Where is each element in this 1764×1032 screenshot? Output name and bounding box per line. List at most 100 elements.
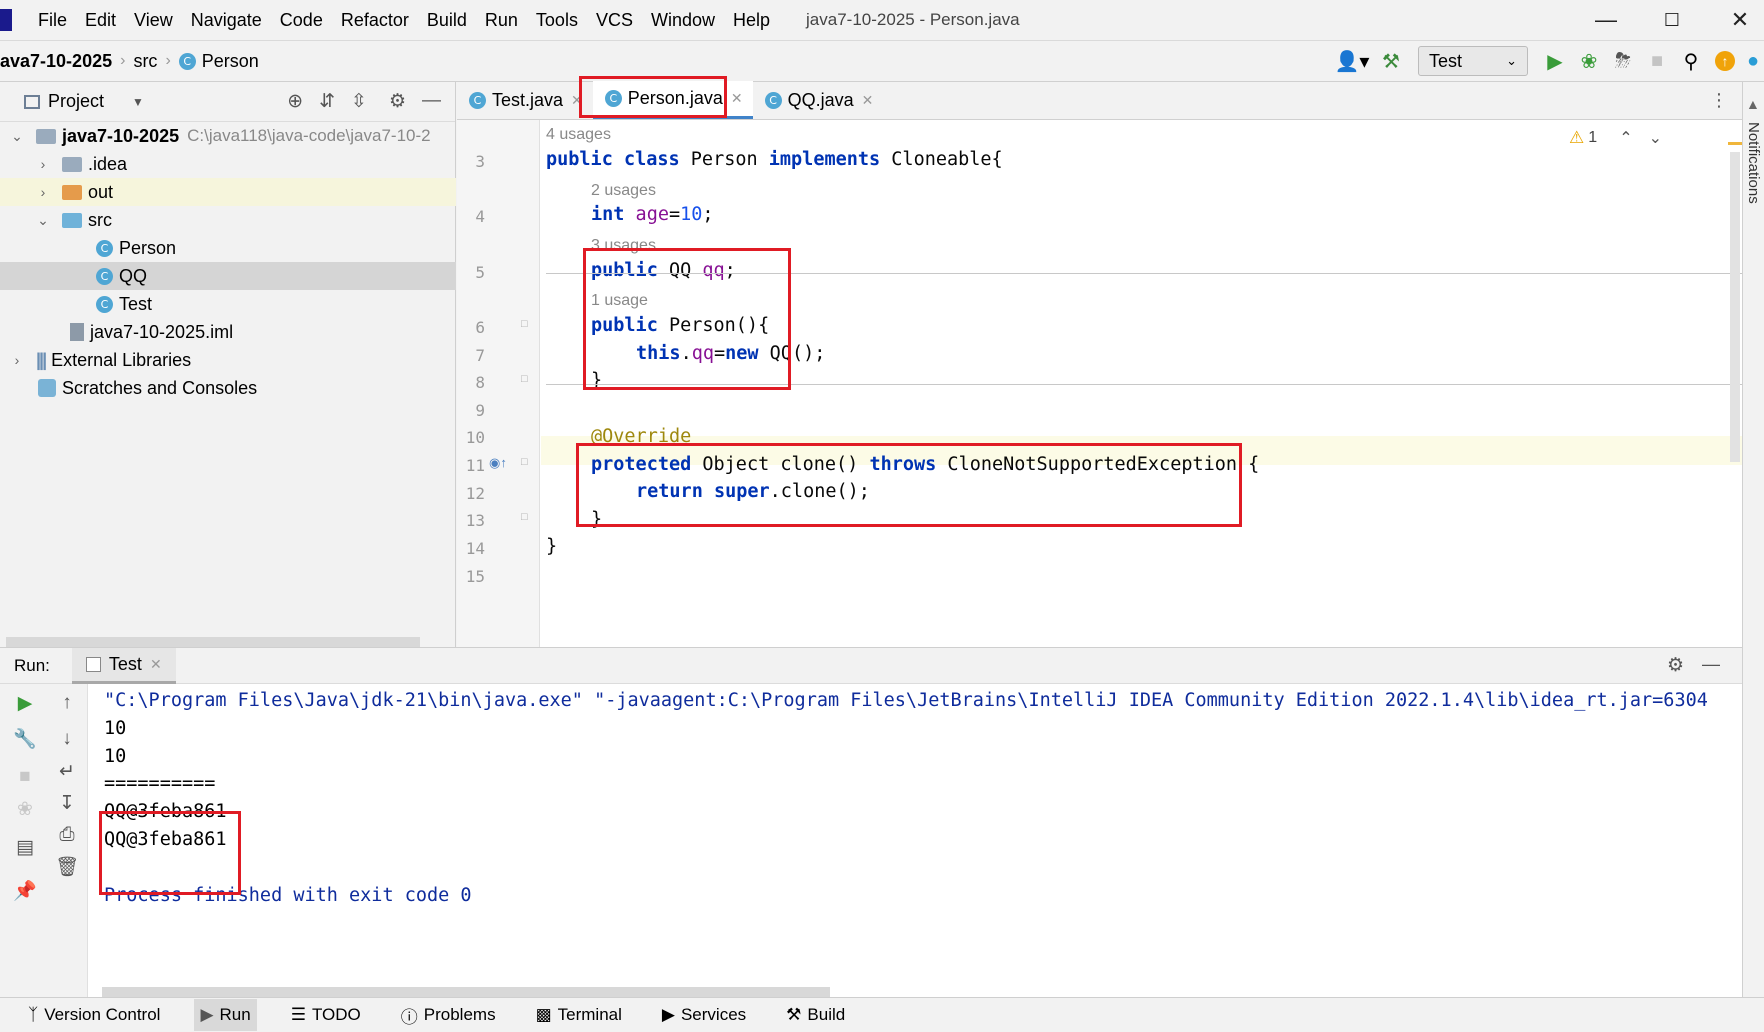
code-line-4[interactable]: int age=10;: [591, 204, 714, 225]
debug-icon[interactable]: ❀: [1572, 45, 1606, 77]
tool-problems[interactable]: ⓘ Problems: [395, 999, 502, 1031]
minimize-icon[interactable]: —: [1594, 7, 1618, 32]
expand-all-icon[interactable]: ⇵: [319, 90, 335, 113]
tree-item-scratches[interactable]: Scratches and Consoles: [0, 374, 456, 402]
tree-item-iml[interactable]: java7-10-2025.iml: [0, 318, 456, 346]
menu-help[interactable]: Help: [733, 10, 770, 31]
menu-vcs[interactable]: VCS: [596, 10, 633, 31]
breadcrumb-person[interactable]: Person: [202, 51, 259, 72]
fold-icon[interactable]: □: [521, 373, 528, 385]
code-line-14[interactable]: }: [546, 536, 557, 557]
menu-code[interactable]: Code: [280, 10, 323, 31]
hide-panel-icon[interactable]: —: [422, 90, 441, 113]
horizontal-scrollbar[interactable]: [102, 987, 830, 997]
locate-icon[interactable]: ⊕: [287, 90, 303, 113]
project-panel-header: Project ▼ ⊕ ⇵ ⇳ ⚙ —: [0, 82, 455, 122]
menu-navigate[interactable]: Navigate: [191, 10, 262, 31]
chevron-up-icon[interactable]: ⌃: [1619, 128, 1632, 148]
menu-view[interactable]: View: [134, 10, 173, 31]
menu-build[interactable]: Build: [427, 10, 467, 31]
rerun-icon[interactable]: ▶: [12, 690, 38, 716]
coverage-icon[interactable]: ⛈: [1606, 45, 1640, 77]
chevron-down-icon[interactable]: ⌄: [10, 128, 24, 145]
fold-icon[interactable]: □: [521, 318, 528, 330]
overrides-method-icon[interactable]: ◉↑: [489, 455, 507, 471]
tree-item-out[interactable]: › out: [0, 178, 456, 206]
tool-version-control[interactable]: ᛉ Version Control: [22, 999, 166, 1031]
menu-window[interactable]: Window: [651, 10, 715, 31]
soft-wrap-icon[interactable]: ↵: [54, 758, 80, 784]
chevron-right-icon[interactable]: ›: [10, 352, 24, 368]
search-icon[interactable]: ⚲: [1674, 45, 1708, 77]
collapse-all-icon[interactable]: ⇳: [351, 90, 367, 113]
tree-item-project-root[interactable]: ⌄ java7-10-2025 C:\java118\java-code\jav…: [0, 122, 456, 150]
keyword: implements: [768, 149, 881, 170]
run-icon[interactable]: ▶: [1538, 45, 1572, 77]
more-tabs-icon[interactable]: ⋮: [1710, 90, 1728, 111]
tool-services[interactable]: ▶ Services: [656, 999, 752, 1031]
code-line-3[interactable]: public class Person implements Cloneable…: [546, 149, 1003, 170]
fold-icon[interactable]: □: [521, 511, 528, 523]
stop-icon[interactable]: ■: [12, 764, 38, 790]
tool-terminal[interactable]: ▩ Terminal: [530, 999, 628, 1031]
scroll-up-icon[interactable]: ↑: [54, 690, 80, 716]
tree-item-test[interactable]: C Test: [0, 290, 456, 318]
close-tab-icon[interactable]: ✕: [731, 90, 743, 107]
close-icon[interactable]: ✕: [1728, 7, 1752, 32]
chevron-down-icon[interactable]: ⌄: [1649, 128, 1662, 148]
menu-edit[interactable]: Edit: [85, 10, 116, 31]
pin-icon[interactable]: 📌: [12, 878, 38, 904]
tool-run[interactable]: ▶ Run: [194, 999, 257, 1031]
build-hammer-icon[interactable]: ⚒: [1374, 45, 1408, 77]
code-with-me-icon[interactable]: ●: [1742, 45, 1764, 77]
usages-hint[interactable]: 2 usages: [591, 182, 656, 200]
chevron-down-icon[interactable]: ⌄: [36, 212, 50, 229]
breadcrumb-project[interactable]: ava7-10-2025: [0, 51, 112, 72]
tree-item-src[interactable]: ⌄ src: [0, 206, 456, 234]
chevron-right-icon[interactable]: ›: [36, 156, 50, 172]
update-icon[interactable]: ↑: [1708, 45, 1742, 77]
usages-hint[interactable]: 4 usages: [546, 126, 611, 144]
tool-todo[interactable]: ☰ TODO: [285, 999, 367, 1031]
project-panel-title[interactable]: Project: [48, 91, 104, 112]
stop-icon[interactable]: ■: [1640, 45, 1674, 77]
line-number: 5: [475, 263, 485, 282]
tab-qq-java[interactable]: C QQ.java ✕: [753, 81, 884, 119]
wrench-icon[interactable]: 🔧: [12, 726, 38, 752]
tree-item-idea[interactable]: › .idea: [0, 150, 456, 178]
inspection-widget[interactable]: ⚠ 1 ⌃ ⌄: [1569, 128, 1662, 148]
scroll-down-icon[interactable]: ↓: [54, 726, 80, 752]
close-tab-icon[interactable]: ✕: [862, 92, 874, 109]
tree-item-qq[interactable]: C QQ: [0, 262, 456, 290]
debug-icon[interactable]: ❀: [12, 796, 38, 822]
vertical-scrollbar[interactable]: [1728, 120, 1742, 647]
close-tab-icon[interactable]: ✕: [150, 656, 162, 673]
gear-icon[interactable]: ⚙: [389, 90, 406, 113]
maximize-icon[interactable]: ☐: [1660, 8, 1684, 32]
trash-icon[interactable]: 🗑: [54, 854, 80, 880]
menu-run[interactable]: Run: [485, 10, 518, 31]
bell-icon[interactable]: ▲: [1746, 96, 1760, 112]
gear-icon[interactable]: ⚙: [1667, 654, 1684, 677]
console-line: "C:\Program Files\Java\jdk-21\bin\java.e…: [104, 690, 1708, 711]
tree-item-external-libraries[interactable]: › ||| External Libraries: [0, 346, 456, 374]
user-icon[interactable]: 👤▾: [1330, 45, 1374, 77]
scroll-to-end-icon[interactable]: ↧: [54, 790, 80, 816]
menu-tools[interactable]: Tools: [536, 10, 578, 31]
tab-test-java[interactable]: C Test.java ✕: [457, 81, 593, 119]
chevron-right-icon[interactable]: ›: [36, 184, 50, 200]
menu-file[interactable]: File: [38, 10, 67, 31]
print-icon[interactable]: ⎙: [54, 822, 80, 848]
run-configuration-selector[interactable]: Test ⌄: [1418, 46, 1528, 76]
caret-down-icon[interactable]: ▼: [132, 95, 144, 109]
notifications-tab[interactable]: Notifications: [1745, 122, 1762, 204]
menu-refactor[interactable]: Refactor: [341, 10, 409, 31]
tree-item-person[interactable]: C Person: [0, 234, 456, 262]
horizontal-scrollbar[interactable]: [6, 637, 420, 647]
tool-build[interactable]: ⚒ Build: [780, 999, 851, 1031]
layout-icon[interactable]: ▤: [12, 834, 38, 860]
fold-icon[interactable]: □: [521, 456, 528, 468]
hide-panel-icon[interactable]: —: [1702, 654, 1720, 675]
run-tab-test[interactable]: Test ✕: [71, 647, 176, 684]
breadcrumb-src[interactable]: src: [133, 51, 157, 72]
